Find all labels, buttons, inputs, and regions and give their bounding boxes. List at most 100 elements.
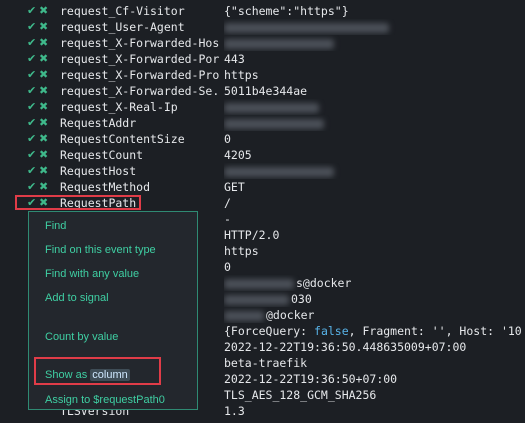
field-value[interactable]: https (224, 67, 524, 83)
menu-item-count-by-value[interactable]: Count by value (45, 331, 118, 343)
check-icon[interactable]: ✔ (27, 99, 37, 115)
close-icon[interactable]: ✖ (39, 83, 49, 99)
menu-item-add-to-signal[interactable]: Add to signal (45, 292, 109, 304)
field-value[interactable]: beta-traefik (224, 355, 524, 371)
field-value[interactable]: / (224, 195, 524, 211)
field-name[interactable]: RequestHost (60, 163, 220, 179)
menu-item-assign-to[interactable]: Assign to $requestPath0 (45, 394, 165, 406)
value-text: {"scheme":"https"} (224, 4, 349, 18)
field-name[interactable]: request_User-Agent (60, 19, 220, 35)
field-value[interactable]: 443 (224, 51, 524, 67)
close-icon[interactable]: ✖ (39, 35, 49, 51)
menu-item-find-any-value[interactable]: Find with any value (45, 268, 139, 280)
field-row: ✔ ✖ request_X-Forwarded-Se... 5011b4e344ae (0, 83, 525, 99)
field-row: ✔ ✖ RequestContentSize 0 (0, 131, 525, 147)
close-icon[interactable]: ✖ (39, 179, 49, 195)
redacted-prefix (224, 278, 294, 289)
check-icon[interactable]: ✔ (27, 3, 37, 19)
field-highlight-box (15, 195, 141, 210)
field-name[interactable]: RequestMethod (60, 179, 220, 195)
check-icon[interactable]: ✔ (27, 83, 37, 99)
check-icon[interactable]: ✔ (27, 163, 37, 179)
close-icon[interactable]: ✖ (39, 115, 49, 131)
field-name[interactable]: RequestCount (60, 147, 220, 163)
field-value[interactable]: GET (224, 179, 524, 195)
redacted-value (224, 102, 319, 113)
value-text: 0 (224, 132, 231, 146)
redacted-value (224, 166, 334, 177)
field-row: ✔ ✖ RequestCount 4205 (0, 147, 525, 163)
field-name[interactable]: request_X-Forwarded-Proto (60, 67, 220, 83)
field-value[interactable]: {"scheme":"https"} (224, 3, 524, 19)
menu-item-find-event-type[interactable]: Find on this event type (45, 244, 156, 256)
field-value[interactable] (224, 163, 524, 179)
value-text: 5011b4e344ae (224, 84, 308, 98)
redacted-prefix (224, 294, 289, 305)
value-text: 443 (224, 52, 245, 66)
close-icon[interactable]: ✖ (39, 67, 49, 83)
value-text: TLS_AES_128_GCM_SHA256 (224, 388, 377, 402)
field-value[interactable]: https (224, 243, 524, 259)
value-text: https (224, 244, 259, 258)
field-name[interactable]: RequestAddr (60, 115, 220, 131)
field-value[interactable]: 0 (224, 259, 524, 275)
value-text: beta-traefik (224, 356, 308, 370)
field-row: ✔ ✖ request_X-Real-Ip (0, 99, 525, 115)
field-value[interactable]: 1.3 (224, 403, 524, 419)
redacted-value (224, 118, 324, 129)
field-value[interactable] (224, 99, 524, 115)
value-text: GET (224, 180, 245, 194)
check-icon[interactable]: ✔ (27, 67, 37, 83)
field-value[interactable]: 030 (224, 291, 524, 307)
field-row: ✔ ✖ RequestHost (0, 163, 525, 179)
keyword-false: false (314, 324, 349, 338)
value-text: @docker (266, 308, 315, 322)
value-text: s@docker (296, 276, 352, 290)
field-value[interactable]: 4205 (224, 147, 524, 163)
field-value[interactable]: - (224, 211, 524, 227)
field-value[interactable]: HTTP/2.0 (224, 227, 524, 243)
show-as-highlight-box (34, 357, 161, 385)
field-value[interactable]: 0 (224, 131, 524, 147)
close-icon[interactable]: ✖ (39, 99, 49, 115)
field-name[interactable]: request_Cf-Visitor (60, 3, 220, 19)
value-text: - (224, 212, 231, 226)
field-value[interactable]: TLS_AES_128_GCM_SHA256 (224, 387, 524, 403)
check-icon[interactable]: ✔ (27, 19, 37, 35)
close-icon[interactable]: ✖ (39, 163, 49, 179)
value-text: 1.3 (224, 404, 245, 418)
field-value[interactable]: 2022-12-22T19:36:50.448635009+07:00 (224, 339, 524, 355)
field-value[interactable]: @docker (224, 307, 524, 323)
close-icon[interactable]: ✖ (39, 19, 49, 35)
field-value[interactable] (224, 35, 524, 51)
check-icon[interactable]: ✔ (27, 115, 37, 131)
check-icon[interactable]: ✔ (27, 131, 37, 147)
check-icon[interactable]: ✔ (27, 51, 37, 67)
close-icon[interactable]: ✖ (39, 3, 49, 19)
field-row: ✔ ✖ request_Cf-Visitor {"scheme":"https"} (0, 3, 525, 19)
field-name[interactable]: RequestContentSize (60, 131, 220, 147)
field-row: ✔ ✖ request_X-Forwarded-Proto https (0, 67, 525, 83)
close-icon[interactable]: ✖ (39, 147, 49, 163)
close-icon[interactable]: ✖ (39, 131, 49, 147)
field-value[interactable] (224, 115, 524, 131)
field-value[interactable]: {ForceQuery: false, Fragment: '', Host: … (224, 323, 524, 339)
redacted-prefix (224, 310, 264, 321)
field-value[interactable]: s@docker (224, 275, 524, 291)
field-value[interactable]: 5011b4e344ae (224, 83, 524, 99)
field-value[interactable] (224, 19, 524, 35)
value-text: HTTP/2.0 (224, 228, 280, 242)
field-name[interactable]: request_X-Forwarded-Se... (60, 83, 220, 99)
field-value[interactable]: 2022-12-22T19:36:50+07:00 (224, 371, 524, 387)
close-icon[interactable]: ✖ (39, 51, 49, 67)
field-name[interactable]: request_X-Real-Ip (60, 99, 220, 115)
field-name[interactable]: request_X-Forwarded-Port (60, 51, 220, 67)
field-name[interactable]: request_X-Forwarded-Host (60, 35, 220, 51)
value-text: 0 (224, 260, 231, 274)
menu-item-find[interactable]: Find (45, 220, 66, 232)
check-icon[interactable]: ✔ (27, 147, 37, 163)
check-icon[interactable]: ✔ (27, 35, 37, 51)
redacted-value (224, 38, 334, 49)
check-icon[interactable]: ✔ (27, 179, 37, 195)
value-text: https (224, 68, 259, 82)
